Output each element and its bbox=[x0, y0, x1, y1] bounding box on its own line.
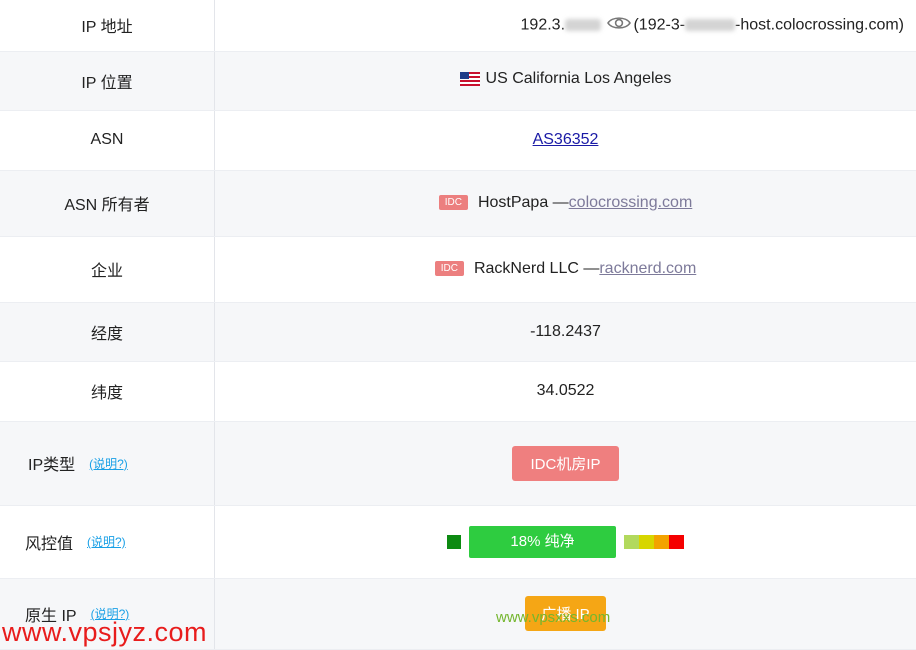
hostname-suffix: -host.colocrossing.com) bbox=[735, 16, 904, 33]
company-name: RackNerd LLC — bbox=[474, 260, 599, 277]
label-ip-type: IP类型 bbox=[28, 451, 75, 475]
risk-spectrum bbox=[624, 535, 684, 549]
ip-info-table: IP 地址 192.3. (192-3- -host.colocrossing.c… bbox=[0, 0, 916, 650]
hostname-redacted bbox=[685, 19, 735, 31]
row-ip-type: IP类型 (说明?) IDC机房IP bbox=[0, 421, 916, 505]
risk-meter: 18% 纯净 bbox=[447, 526, 684, 558]
watermark-vpsjyz: www.vpsjyz.com bbox=[2, 617, 207, 648]
asn-link[interactable]: AS36352 bbox=[533, 131, 599, 148]
row-asn: ASN AS36352 bbox=[0, 110, 916, 170]
label-latitude: 纬度 bbox=[0, 361, 215, 421]
spectrum-seg bbox=[669, 535, 684, 549]
watermark-vpsxxs: www.vpsxxs.com bbox=[496, 609, 610, 626]
company-domain-link[interactable]: racknerd.com bbox=[599, 260, 696, 277]
label-cell-risk: 风控值 (说明?) bbox=[0, 505, 215, 578]
row-asn-owner: ASN 所有者 IDC HostPapa —colocrossing.com bbox=[0, 170, 916, 236]
value-ip-address: 192.3. (192-3- -host.colocrossing.com) bbox=[215, 0, 916, 51]
asn-owner-name: HostPapa — bbox=[478, 194, 569, 211]
risk-level-square bbox=[447, 535, 461, 549]
label-ip-address: IP 地址 bbox=[0, 0, 215, 51]
risk-score-bar: 18% 纯净 bbox=[469, 526, 616, 558]
risk-help-link[interactable]: (说明?) bbox=[87, 533, 126, 550]
ip-type-badge: IDC机房IP bbox=[512, 446, 618, 481]
label-risk: 风控值 bbox=[25, 530, 73, 554]
label-asn: ASN bbox=[0, 110, 215, 170]
us-flag-icon bbox=[460, 72, 480, 91]
label-asn-owner: ASN 所有者 bbox=[0, 170, 215, 236]
row-risk: 风控值 (说明?) 18% 纯净 bbox=[0, 505, 916, 578]
value-company: IDC RackNerd LLC —racknerd.com bbox=[215, 236, 916, 302]
row-latitude: 纬度 34.0522 bbox=[0, 361, 916, 421]
value-latitude: 34.0522 bbox=[215, 361, 916, 421]
label-cell-ip-type: IP类型 (说明?) bbox=[0, 421, 215, 505]
spectrum-seg bbox=[639, 535, 654, 549]
ip-redacted bbox=[565, 19, 601, 31]
spectrum-seg bbox=[654, 535, 669, 549]
row-company: 企业 IDC RackNerd LLC —racknerd.com bbox=[0, 236, 916, 302]
value-longitude: -118.2437 bbox=[215, 302, 916, 361]
idc-tag: IDC bbox=[435, 261, 464, 276]
row-ip-address: IP 地址 192.3. (192-3- -host.colocrossing.c… bbox=[0, 0, 916, 51]
spectrum-seg bbox=[624, 535, 639, 549]
label-ip-location: IP 位置 bbox=[0, 51, 215, 110]
value-asn: AS36352 bbox=[215, 110, 916, 170]
value-asn-owner: IDC HostPapa —colocrossing.com bbox=[215, 170, 916, 236]
row-ip-location: IP 位置 US California Los Angeles bbox=[0, 51, 916, 110]
idc-tag: IDC bbox=[439, 195, 468, 210]
asn-owner-domain-link[interactable]: colocrossing.com bbox=[569, 194, 693, 211]
location-text: US California Los Angeles bbox=[486, 70, 672, 87]
label-company: 企业 bbox=[0, 236, 215, 302]
value-risk: 18% 纯净 bbox=[215, 505, 916, 578]
ip-type-help-link[interactable]: (说明?) bbox=[89, 455, 128, 472]
ip-prefix: 192.3. bbox=[521, 16, 565, 33]
value-ip-type: IDC机房IP bbox=[215, 421, 916, 505]
hostname-prefix: (192-3- bbox=[633, 16, 685, 33]
row-longitude: 经度 -118.2437 bbox=[0, 302, 916, 361]
label-longitude: 经度 bbox=[0, 302, 215, 361]
eye-icon[interactable] bbox=[607, 15, 631, 36]
value-ip-location: US California Los Angeles bbox=[215, 51, 916, 110]
